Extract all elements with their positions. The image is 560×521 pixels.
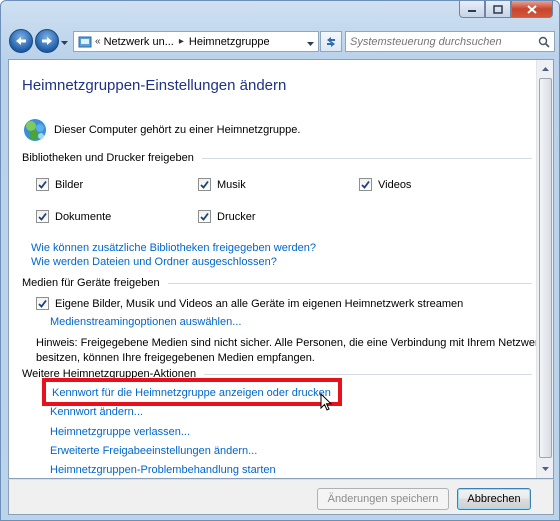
checkbox-checked-icon[interactable] — [198, 210, 211, 223]
link-share-more-libraries[interactable]: Wie können zusätzliche Bibliotheken frei… — [31, 242, 316, 254]
address-dropdown-icon[interactable] — [307, 38, 314, 50]
checkbox-checked-icon[interactable] — [36, 178, 49, 191]
overflow-chevron[interactable]: « — [95, 36, 101, 47]
libraries-heading: Bibliotheken und Drucker freigeben — [22, 152, 194, 164]
membership-text: Dieser Computer gehört zu einer Heimnetz… — [54, 124, 301, 136]
search-icon[interactable] — [538, 36, 550, 48]
search-input[interactable] — [350, 35, 530, 48]
link-leave-homegroup[interactable]: Heimnetzgruppe verlassen... — [50, 426, 190, 438]
refresh-icon — [327, 36, 335, 47]
link-streaming-options[interactable]: Medienstreamingoptionen auswählen... — [50, 316, 241, 328]
checkbox-musik[interactable]: Musik — [198, 178, 246, 191]
membership-info: Dieser Computer gehört zu einer Heimnetz… — [22, 117, 300, 143]
settings-panel: Heimnetzgruppen-Einstellungen ändern Die… — [8, 59, 554, 479]
checkbox-checked-icon[interactable] — [359, 178, 372, 191]
control-panel-window: « Netzwerk un... ▸ Heimnetzgruppe Heimne… — [0, 0, 560, 521]
checkbox-label: Bilder — [55, 178, 84, 191]
control-panel-icon — [78, 36, 92, 47]
scroll-thumb[interactable] — [539, 78, 552, 458]
navigation-toolbar: « Netzwerk un... ▸ Heimnetzgruppe — [7, 29, 555, 55]
checkbox-drucker[interactable]: Drucker — [198, 210, 256, 223]
note-line: Hinweis: Freigegebene Medien sind nicht … — [36, 337, 545, 349]
address-bar[interactable]: « Netzwerk un... ▸ Heimnetzgruppe — [73, 31, 319, 52]
chevron-right-icon[interactable]: ▸ — [179, 36, 184, 47]
checkbox-checked-icon[interactable] — [36, 210, 49, 223]
search-box[interactable] — [345, 31, 555, 52]
cancel-button[interactable]: Abbrechen — [457, 488, 531, 510]
link-advanced-sharing[interactable]: Erweiterte Freigabeeinstellungen ändern.… — [50, 445, 257, 457]
mouse-cursor-icon — [320, 393, 333, 411]
checkbox-checked-icon[interactable] — [198, 178, 211, 191]
forward-button[interactable] — [35, 29, 59, 53]
divider — [204, 373, 532, 375]
refresh-button[interactable] — [320, 31, 342, 52]
divider — [167, 282, 532, 284]
libraries-section-header: Bibliotheken und Drucker freigeben — [22, 152, 532, 164]
arrow-left-icon — [16, 37, 26, 45]
recent-pages-dropdown[interactable] — [61, 37, 68, 49]
link-exclude-files[interactable]: Wie werden Dateien und Ordner ausgeschlo… — [31, 256, 277, 268]
media-section-header: Medien für Geräte freigeben — [22, 277, 532, 289]
homegroup-icon — [24, 119, 46, 141]
chevron-down-icon — [61, 41, 68, 45]
checkbox-bilder[interactable]: Bilder — [36, 178, 83, 191]
save-changes-button[interactable]: Änderungen speichern — [317, 488, 449, 510]
close-icon[interactable] — [511, 1, 553, 18]
note-line: besitzen, können Ihre freigegebenen Medi… — [36, 352, 315, 364]
page-title: Heimnetzgruppen-Einstellungen ändern — [22, 77, 287, 94]
checkbox-label: Dokumente — [55, 210, 112, 223]
checkbox-label: Videos — [378, 178, 412, 191]
checkbox-label: Musik — [217, 178, 246, 191]
scroll-up-icon[interactable] — [538, 61, 553, 77]
button-bar: Änderungen speichern Abbrechen — [8, 479, 554, 515]
checkbox-label: Drucker — [217, 210, 256, 223]
media-heading: Medien für Geräte freigeben — [22, 277, 160, 289]
divider — [201, 157, 532, 159]
minimize-icon[interactable] — [459, 1, 485, 18]
back-button[interactable] — [9, 29, 33, 53]
checkbox-label: Eigene Bilder, Musik und Videos an alle … — [55, 297, 464, 310]
breadcrumb-network[interactable]: Netzwerk un... — [104, 36, 174, 48]
caption-buttons — [459, 1, 553, 18]
maximize-icon[interactable] — [485, 1, 511, 18]
vertical-scrollbar[interactable] — [536, 60, 553, 478]
link-change-password[interactable]: Kennwort ändern... — [50, 406, 143, 418]
highlight-box — [42, 378, 342, 406]
link-troubleshooter[interactable]: Heimnetzgruppen-Problembehandlung starte… — [50, 464, 276, 476]
checkbox-checked-icon[interactable] — [36, 297, 49, 310]
breadcrumb-homegroup[interactable]: Heimnetzgruppe — [189, 36, 270, 48]
arrow-right-icon — [42, 37, 52, 45]
media-warning-note: Hinweis: Freigegebene Medien sind nicht … — [36, 336, 544, 366]
checkbox-stream-media[interactable]: Eigene Bilder, Musik und Videos an alle … — [36, 297, 463, 310]
checkbox-videos[interactable]: Videos — [359, 178, 411, 191]
checkbox-dokumente[interactable]: Dokumente — [36, 210, 111, 223]
scroll-down-icon[interactable] — [538, 461, 553, 477]
